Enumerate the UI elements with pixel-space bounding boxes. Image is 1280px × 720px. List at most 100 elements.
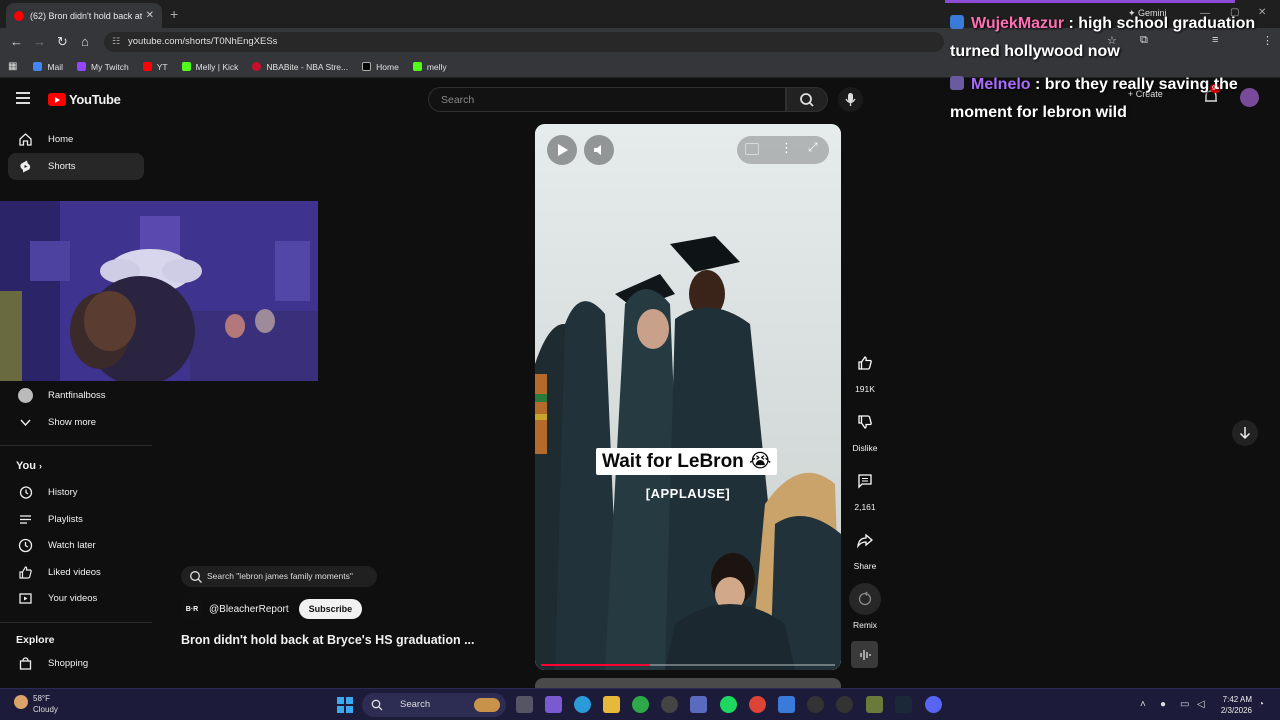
bookmark-label: melly [426,61,447,72]
remix-action[interactable]: Remix [848,583,882,630]
apps-grid-icon[interactable]: ▦ [8,61,17,72]
sidebar-show-more[interactable]: Show more [8,409,144,436]
copilot-icon[interactable] [545,696,562,713]
network-icon[interactable]: ▭ [1180,699,1189,710]
gemini-accent-bar [945,0,1235,3]
windows-start-icon[interactable] [337,697,353,713]
video-progress-bar[interactable] [541,664,835,666]
youtube-icon [142,62,152,71]
fullscreen-icon[interactable]: ⤢ [808,140,818,155]
related-search-chip[interactable]: Search "lebron james family moments" [181,566,377,587]
taskbar-search[interactable]: Search [362,693,506,717]
audio-waveform-icon [859,649,871,660]
site-info-icon[interactable]: ☷ [112,36,120,47]
next-short-button[interactable] [1232,420,1258,446]
section-heading-label: You [16,460,36,472]
next-short-preview[interactable] [535,678,841,688]
video-title[interactable]: Bron didn't hold back at Bryce's HS grad… [181,633,474,647]
sidebar-item-shopping[interactable]: Shopping [8,650,144,677]
sidebar-item-playlists[interactable]: Playlists [8,506,144,533]
browser-tab[interactable]: (62) Bron didn't hold back at B ✕ [6,3,162,28]
bookmark-melly[interactable]: melly [412,61,447,72]
reload-icon[interactable]: ↻ [57,34,68,50]
forward-icon[interactable]: → [33,34,46,49]
app-icon[interactable] [778,696,795,713]
bookmark-yt[interactable]: YT [142,62,168,72]
sidebar-item-label: Liked videos [48,567,101,578]
discord-icon[interactable] [925,696,942,713]
search-button[interactable] [786,87,828,112]
bookmark-mail[interactable]: Mail [33,62,63,72]
search-icon [190,571,202,583]
captions-icon[interactable] [745,143,759,155]
weather-widget[interactable]: 58°F Cloudy [14,693,58,715]
related-search-text: Search "lebron james family moments" [207,571,353,581]
sidebar-item-watch-later[interactable]: Watch later [8,532,144,559]
dislike-button[interactable] [849,406,881,438]
game-icon[interactable] [866,696,883,713]
notification-bell-icon[interactable]: ◔ [1258,699,1264,710]
tab-title: (62) Bron didn't hold back at B [30,10,142,21]
more-options-icon[interactable]: ⋮ [780,140,793,156]
close-tab-icon[interactable]: ✕ [146,10,154,21]
volume-icon[interactable]: ◁ [1197,699,1205,710]
new-tab-icon[interactable]: + [170,6,178,22]
back-icon[interactable]: ← [10,34,23,49]
edge-icon[interactable] [574,696,591,713]
bookmark-melly-kick[interactable]: Melly | Kick [181,62,238,72]
shorts-icon [18,159,33,174]
shopping-bag-icon [18,656,33,671]
sidebar-item-liked-videos[interactable]: Liked videos [8,559,144,586]
spotify-icon[interactable] [720,696,737,713]
hamburger-menu-icon[interactable] [16,92,30,104]
share-button[interactable] [849,524,881,556]
xbox-icon[interactable] [632,696,649,713]
system-clock[interactable]: 7:42 AM 2/3/2026 [1212,694,1252,716]
channel-name[interactable]: @BleacherReport [209,604,289,615]
subscribe-button[interactable]: Subscribe [298,599,363,619]
steam-icon[interactable] [895,696,912,713]
bookmark-label: Home [376,61,399,72]
channel-logo[interactable]: B·R [181,598,203,620]
store-icon[interactable] [690,696,707,713]
shorts-video-player[interactable]: ⋮ ⤢ Wait for LeBron 😭 [APPLAUSE] [535,124,841,670]
sidebar-you-heading[interactable]: You › [16,460,42,472]
sidebar-divider [0,622,152,623]
microphone-icon[interactable]: ● [1160,699,1166,710]
bookmark-home[interactable]: Home [362,62,399,72]
voice-search-button[interactable] [838,87,863,112]
bookmark-my-twitch[interactable]: My Twitch [77,62,129,72]
like-button[interactable] [849,347,881,379]
media-player-icon[interactable] [807,696,824,713]
chat-message: WujekMazur : high school graduation turn… [950,15,1256,60]
share-action[interactable]: Share [848,524,882,571]
task-view-icon[interactable] [516,696,533,713]
bookmark-nbabite[interactable]: NBABite - NBA Stre... [252,62,348,72]
show-hidden-icons-icon[interactable]: ˄ [1140,699,1146,710]
home-icon[interactable]: ⌂ [81,34,89,49]
obs-icon[interactable] [661,696,678,713]
chevron-right-icon: › [39,461,43,471]
sidebar-item-home[interactable]: Home [8,126,144,153]
remix-button[interactable] [849,583,881,615]
url-field[interactable]: ☷ youtube.com/shorts/T0NhEngXESs [104,32,944,52]
chrome-icon[interactable] [749,696,766,713]
sound-button[interactable] [851,641,878,668]
sidebar-item-your-videos[interactable]: Your videos [8,585,144,612]
like-action[interactable]: 191K [848,347,882,394]
sidebar-item-shorts[interactable]: Shorts [8,153,144,180]
play-button[interactable] [547,135,577,165]
capture-icon[interactable] [836,696,853,713]
comments-button[interactable] [849,465,881,497]
search-input[interactable]: Search [428,87,786,112]
subscription-item-rantfinalboss[interactable]: Rantfinalboss [8,382,144,409]
share-label: Share [853,561,877,571]
microphone-icon [845,93,856,106]
dislike-action[interactable]: Dislike [848,406,882,453]
file-explorer-icon[interactable] [603,696,620,713]
youtube-logo[interactable]: YouTube [48,92,121,107]
sidebar-item-history[interactable]: History [8,479,144,506]
volume-button[interactable] [584,135,614,165]
comments-action[interactable]: 2,161 [848,465,882,512]
history-icon [18,485,33,500]
